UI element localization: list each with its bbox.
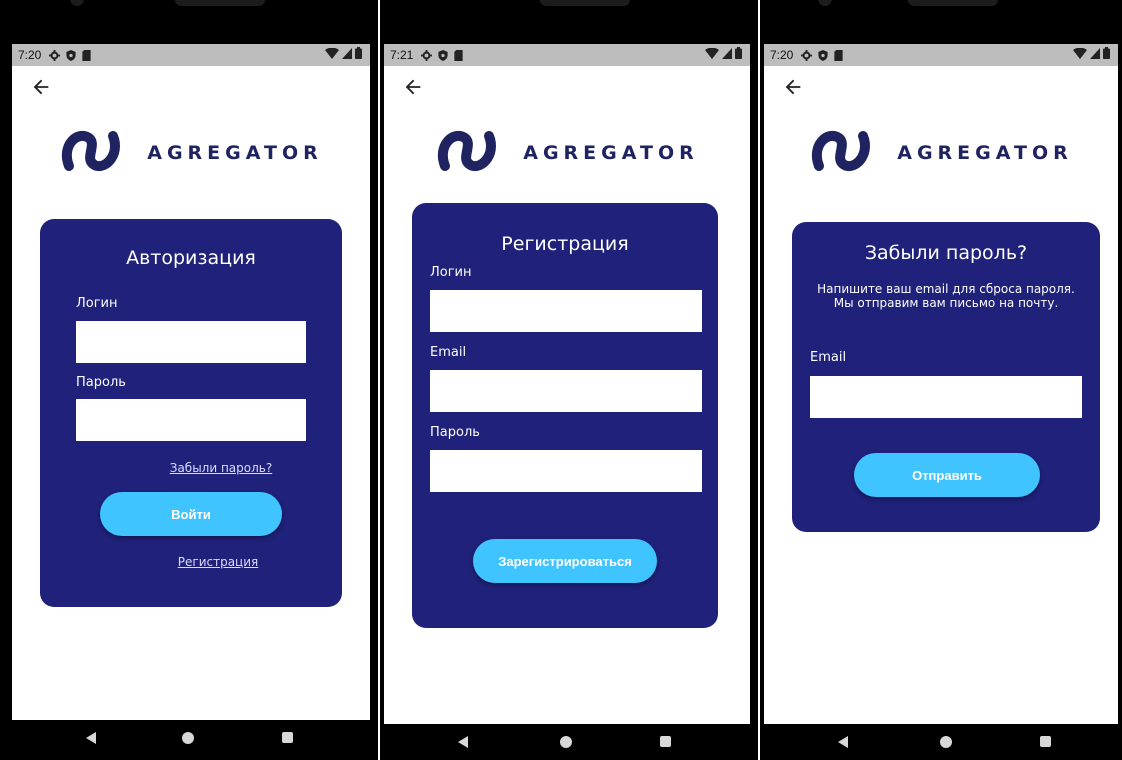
app-content: AGREGATOR Забыли пароль? Напишите ваш em… bbox=[764, 66, 1118, 728]
status-icons bbox=[1073, 47, 1110, 62]
email-input[interactable] bbox=[430, 370, 702, 412]
battery-icon bbox=[735, 47, 742, 62]
card-title: Авторизация bbox=[126, 247, 256, 269]
wifi-icon bbox=[705, 47, 719, 62]
nav-back-icon[interactable] bbox=[838, 736, 848, 748]
sd-card-icon bbox=[454, 49, 463, 61]
password-label: Пароль bbox=[430, 425, 480, 440]
forgot-password-description: Напишите ваш email для сброса пароля. Мы… bbox=[817, 282, 1075, 310]
app-logo: AGREGATOR bbox=[764, 126, 1118, 179]
shield-icon bbox=[66, 49, 76, 61]
screen-login: 7:20 AGREGATOR Авторизация Логин Пароль … bbox=[0, 0, 378, 760]
nav-recents-icon[interactable] bbox=[1040, 736, 1051, 747]
card-title: Регистрация bbox=[501, 233, 629, 255]
shield-icon bbox=[438, 49, 448, 61]
arrow-left-icon[interactable] bbox=[402, 76, 424, 98]
battery-icon bbox=[355, 47, 362, 62]
register-card: Регистрация Логин Email Пароль Зарегистр… bbox=[412, 203, 718, 628]
signal-icon bbox=[1090, 47, 1100, 62]
earpiece bbox=[175, 0, 265, 6]
password-input[interactable] bbox=[76, 399, 306, 441]
earpiece bbox=[540, 0, 630, 6]
system-nav-bar bbox=[0, 720, 378, 756]
password-input[interactable] bbox=[430, 450, 702, 492]
status-icons bbox=[325, 47, 362, 62]
arrow-left-icon[interactable] bbox=[30, 76, 52, 98]
register-link[interactable]: Регистрация bbox=[40, 555, 342, 569]
status-bar: 7:20 bbox=[12, 44, 370, 66]
battery-icon bbox=[1103, 47, 1110, 62]
login-label: Логин bbox=[430, 265, 472, 280]
shield-icon bbox=[818, 49, 828, 61]
register-button[interactable]: Зарегистрироваться bbox=[473, 539, 657, 583]
nav-home-icon[interactable] bbox=[560, 736, 572, 748]
email-input[interactable] bbox=[810, 376, 1082, 418]
login-button[interactable]: Войти bbox=[100, 492, 282, 536]
status-time: 7:21 bbox=[390, 48, 414, 62]
login-label: Логин bbox=[76, 296, 118, 311]
logo-text: AGREGATOR bbox=[147, 141, 323, 164]
logo-text: AGREGATOR bbox=[897, 141, 1073, 164]
front-camera bbox=[70, 0, 84, 6]
status-time: 7:20 bbox=[18, 48, 42, 62]
nav-recents-icon[interactable] bbox=[282, 732, 293, 743]
forgot-password-link[interactable]: Забыли пароль? bbox=[40, 461, 342, 475]
gear-icon bbox=[421, 49, 433, 61]
signal-icon bbox=[342, 47, 352, 62]
sd-card-icon bbox=[82, 49, 91, 61]
screen-forgot-password: 7:20 AGREGATOR Забыли пароль? Напишите в… bbox=[760, 0, 1122, 760]
nav-back-icon[interactable] bbox=[86, 732, 96, 744]
signal-icon bbox=[722, 47, 732, 62]
gear-icon bbox=[49, 49, 61, 61]
forgot-password-card: Забыли пароль? Напишите ваш email для сб… bbox=[792, 222, 1100, 532]
wifi-icon bbox=[325, 47, 339, 62]
status-icons bbox=[705, 47, 742, 62]
app-content: AGREGATOR Авторизация Логин Пароль Забыл… bbox=[12, 66, 370, 720]
password-label: Пароль bbox=[76, 375, 126, 390]
send-button[interactable]: Отправить bbox=[854, 453, 1040, 497]
system-nav-bar bbox=[380, 724, 758, 760]
screen-register: 7:21 AGREGATOR Регистрация Логин Email П… bbox=[380, 0, 758, 760]
logo-mark-icon bbox=[435, 126, 499, 179]
login-input[interactable] bbox=[430, 290, 702, 332]
status-time: 7:20 bbox=[770, 48, 794, 62]
nav-back-icon[interactable] bbox=[458, 736, 468, 748]
nav-home-icon[interactable] bbox=[182, 732, 194, 744]
card-title: Забыли пароль? bbox=[864, 242, 1028, 264]
app-logo: AGREGATOR bbox=[12, 126, 370, 179]
status-bar: 7:20 bbox=[764, 44, 1118, 66]
logo-mark-icon bbox=[59, 126, 123, 179]
sd-card-icon bbox=[834, 49, 843, 61]
login-input[interactable] bbox=[76, 321, 306, 363]
login-card: Авторизация Логин Пароль Забыли пароль? … bbox=[40, 219, 342, 607]
gear-icon bbox=[801, 49, 813, 61]
earpiece bbox=[908, 0, 998, 6]
logo-mark-icon bbox=[809, 126, 873, 179]
front-camera bbox=[818, 0, 832, 6]
nav-recents-icon[interactable] bbox=[660, 736, 671, 747]
email-label: Email bbox=[430, 345, 467, 360]
arrow-left-icon[interactable] bbox=[782, 76, 804, 98]
status-bar: 7:21 bbox=[384, 44, 750, 66]
app-logo: AGREGATOR bbox=[384, 126, 750, 179]
logo-text: AGREGATOR bbox=[523, 141, 699, 164]
system-nav-bar bbox=[760, 724, 1122, 760]
nav-home-icon[interactable] bbox=[940, 736, 952, 748]
app-content: AGREGATOR Регистрация Логин Email Пароль… bbox=[384, 66, 750, 730]
wifi-icon bbox=[1073, 47, 1087, 62]
email-label: Email bbox=[810, 350, 847, 365]
